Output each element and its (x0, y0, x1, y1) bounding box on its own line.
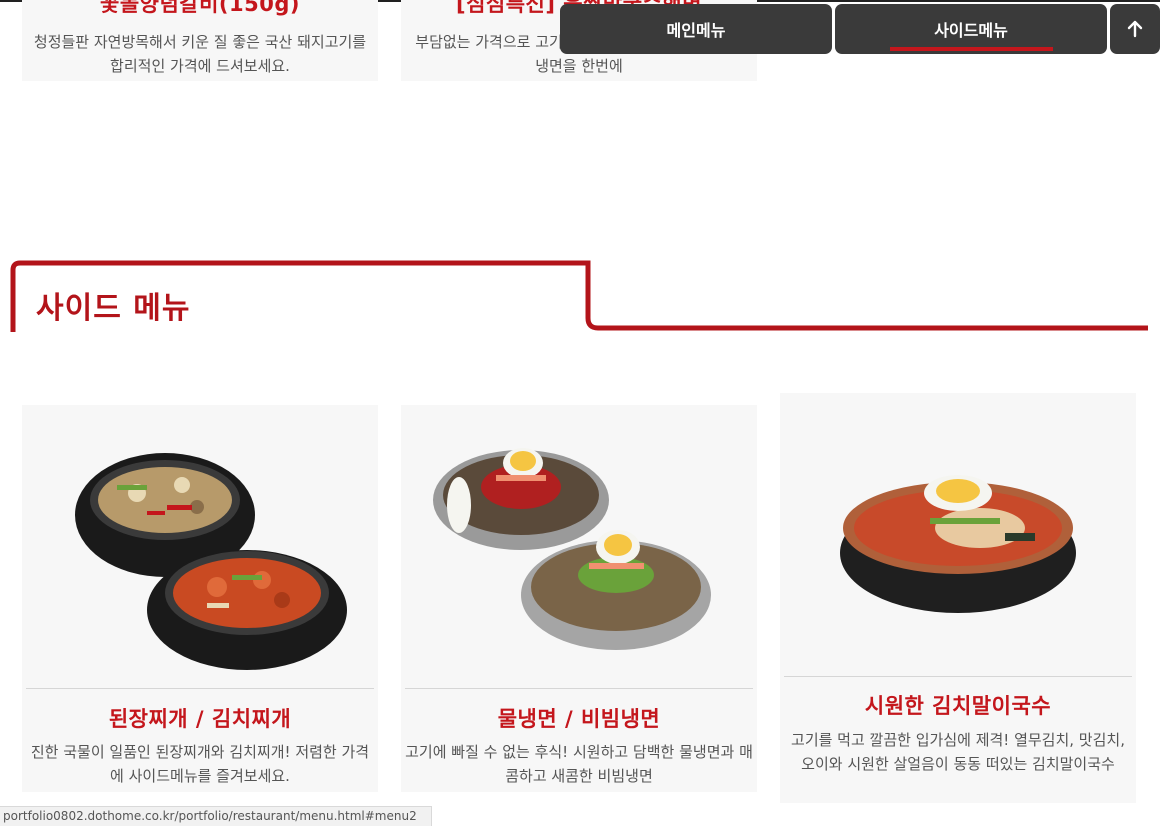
card-divider (784, 676, 1132, 677)
side-menu-label: 사이드메뉴 (934, 21, 1008, 40)
naengmyeon-image (401, 425, 757, 680)
jjigae-image (22, 425, 378, 680)
menu-card-title: 물냉면 / 비빔냉면 (497, 707, 661, 731)
card-divider (26, 688, 374, 689)
menu-card-title: 시원한 김치말이국수 (864, 694, 1052, 718)
arrow-up-icon (1127, 20, 1143, 38)
active-tab-indicator (890, 47, 1053, 51)
main-menu-label: 메인메뉴 (666, 21, 726, 40)
status-bar-url: portfolio0802.dothome.co.kr/portfolio/re… (0, 806, 432, 826)
menu-card-desc: 고기를 먹고 깔끔한 입가심에 제격! 열무김치, 맛김치, 오이와 시원한 살… (791, 731, 1125, 773)
card-divider (405, 688, 753, 689)
menu-card-title: 된장찌개 / 김치찌개 (108, 707, 292, 731)
menu-card-desc: 청정들판 자연방목해서 키운 질 좋은 국산 돼지고기를 합리적인 가격에 드셔… (33, 33, 367, 75)
menu-card-kimchi-malguksu[interactable]: 시원한 김치말이국수 고기를 먹고 깔끔한 입가심에 제격! 열무김치, 맛김치… (780, 393, 1136, 803)
kimchi-malguksu-image (780, 448, 1136, 648)
menu-card-naengmyeon[interactable]: 물냉면 / 비빔냉면 고기에 빠질 수 없는 후식! 시원하고 담백한 물냉면과… (401, 405, 757, 792)
menu-card-yangnyeom-galbi[interactable]: 꽃돌양념갈비(150g) 청정들판 자연방목해서 키운 질 좋은 국산 돼지고기… (22, 0, 378, 81)
main-menu-button[interactable]: 메인메뉴 (560, 4, 832, 54)
menu-card-title: 꽃돌양념갈비(150g) (100, 0, 300, 16)
side-menu-button[interactable]: 사이드메뉴 (835, 4, 1107, 54)
menu-card-jjigae[interactable]: 된장찌개 / 김치찌개 진한 국물이 일품인 된장찌개와 김치찌개! 저렴한 가… (22, 405, 378, 792)
section-title: 사이드 메뉴 (36, 291, 191, 326)
menu-card-desc: 진한 국물이 일품인 된장찌개와 김치찌개! 저렴한 가격에 사이드메뉴를 즐겨… (30, 743, 370, 785)
scroll-top-button[interactable] (1110, 4, 1160, 54)
menu-card-desc: 고기에 빠질 수 없는 후식! 시원하고 담백한 물냉면과 매콤하고 새콤한 비… (405, 743, 753, 785)
